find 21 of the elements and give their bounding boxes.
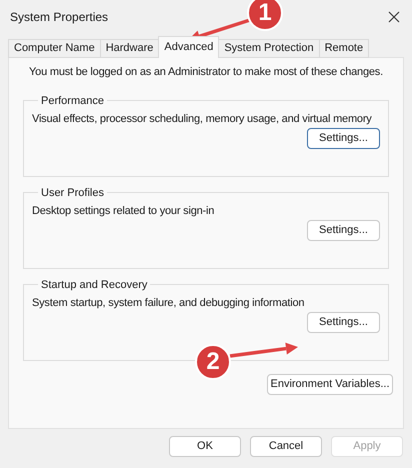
close-icon[interactable] <box>388 11 400 23</box>
group-description: Desktop settings related to your sign-in <box>32 204 216 219</box>
tab[interactable]: Hardware <box>100 39 160 58</box>
tab[interactable]: Remote <box>318 39 370 58</box>
callout-number: 1 <box>247 0 283 31</box>
group-title: Performance <box>40 94 105 108</box>
dialog-button[interactable]: OK <box>169 436 241 457</box>
window-title: System Properties <box>10 9 108 26</box>
group-title: Startup and Recovery <box>40 278 148 292</box>
group-title: User Profiles <box>40 186 105 200</box>
tab[interactable]: Advanced <box>158 36 220 58</box>
group-description: System startup, system failure, and debugging information <box>32 296 306 311</box>
admin-notice: You must be logged on as an Administrator to make most of these changes. <box>29 65 383 80</box>
tab[interactable]: Computer Name <box>8 39 101 58</box>
dialog-button[interactable]: Cancel <box>250 436 322 457</box>
environment-variables-button[interactable]: Environment Variables... <box>267 374 393 394</box>
settings-button[interactable]: Settings... <box>307 220 380 240</box>
settings-button[interactable]: Settings... <box>307 312 380 332</box>
group-description: Visual effects, processor scheduling, memory usage, and virtual memory <box>32 112 373 127</box>
settings-button[interactable]: Settings... <box>307 128 380 148</box>
tab[interactable]: System Protection <box>218 39 320 58</box>
